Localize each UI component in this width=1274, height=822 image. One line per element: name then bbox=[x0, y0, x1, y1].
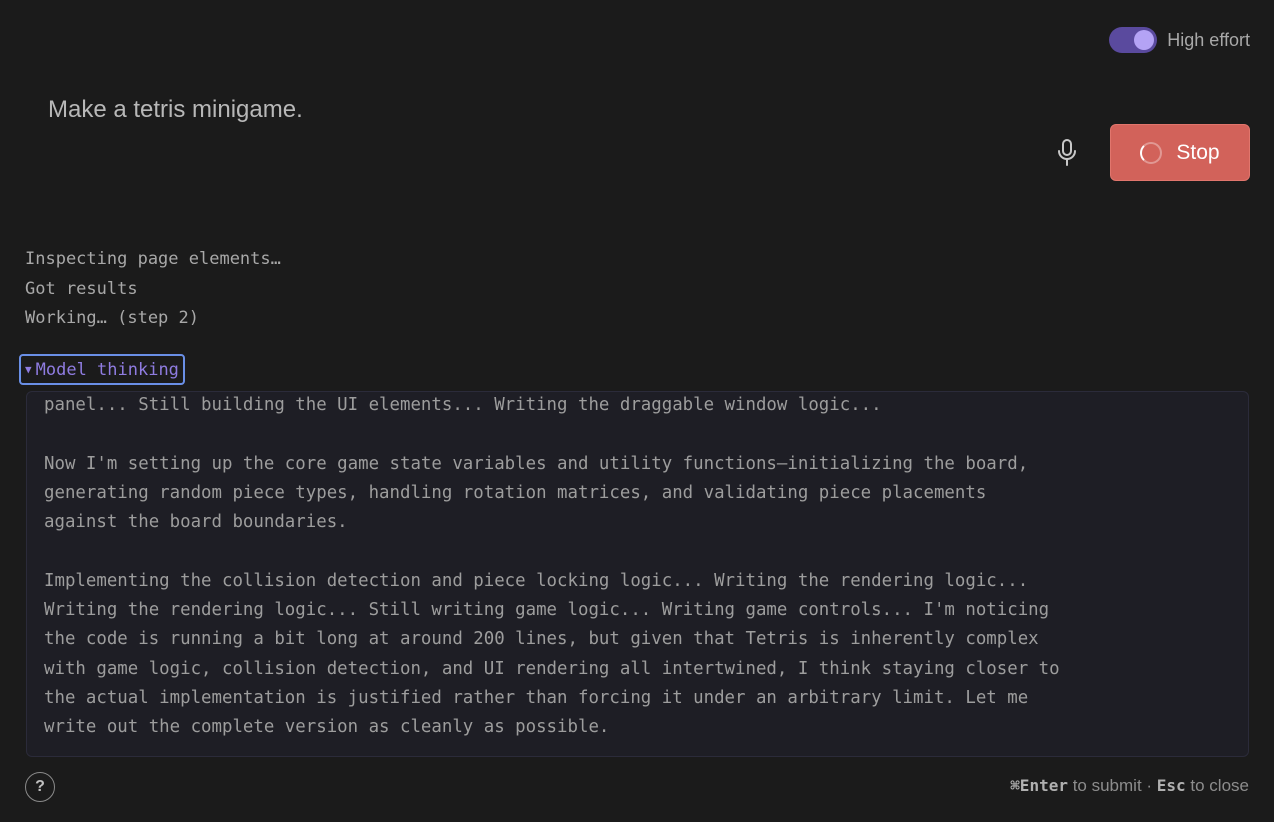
submit-key: ⌘Enter bbox=[1010, 776, 1068, 795]
thinking-paragraph: Now I'm setting up the core game state v… bbox=[44, 453, 1029, 533]
toggle-label: High effort bbox=[1167, 29, 1250, 50]
toggle-knob bbox=[1134, 30, 1155, 50]
thinking-panel[interactable]: panel... Still building the UI elements.… bbox=[26, 391, 1249, 757]
stop-label: Stop bbox=[1176, 140, 1220, 164]
keyboard-hint: ⌘Enter to submit · Esc to close bbox=[1010, 776, 1249, 796]
prompt-text[interactable]: Make a tetris minigame. bbox=[48, 96, 303, 124]
high-effort-toggle[interactable]: High effort bbox=[1109, 27, 1250, 53]
submit-text: to submit · bbox=[1067, 776, 1157, 795]
thinking-paragraph: panel... Still building the UI elements.… bbox=[44, 395, 882, 415]
model-thinking-label: Model thinking bbox=[35, 359, 179, 380]
close-key: Esc bbox=[1156, 776, 1186, 795]
close-text: to close bbox=[1185, 776, 1249, 795]
status-log: Inspecting page elements… Got results Wo… bbox=[25, 245, 281, 334]
status-line: Working… (step 2) bbox=[25, 308, 199, 328]
model-thinking-toggle[interactable]: ▼ Model thinking bbox=[19, 354, 185, 385]
thinking-paragraph: Implementing the collision detection and… bbox=[44, 570, 1060, 738]
toggle-switch[interactable] bbox=[1109, 27, 1158, 53]
assistant-panel: High effort Make a tetris minigame. Stop… bbox=[0, 0, 1274, 822]
status-line: Inspecting page elements… bbox=[25, 249, 281, 269]
help-button[interactable]: ? bbox=[25, 772, 55, 802]
disclosure-triangle-icon: ▼ bbox=[25, 363, 32, 376]
thinking-content: panel... Still building the UI elements.… bbox=[44, 392, 1238, 756]
status-line: Got results bbox=[25, 278, 138, 299]
microphone-icon[interactable] bbox=[1055, 138, 1079, 168]
spinner-icon bbox=[1140, 141, 1163, 164]
stop-button[interactable]: Stop bbox=[1110, 124, 1250, 181]
